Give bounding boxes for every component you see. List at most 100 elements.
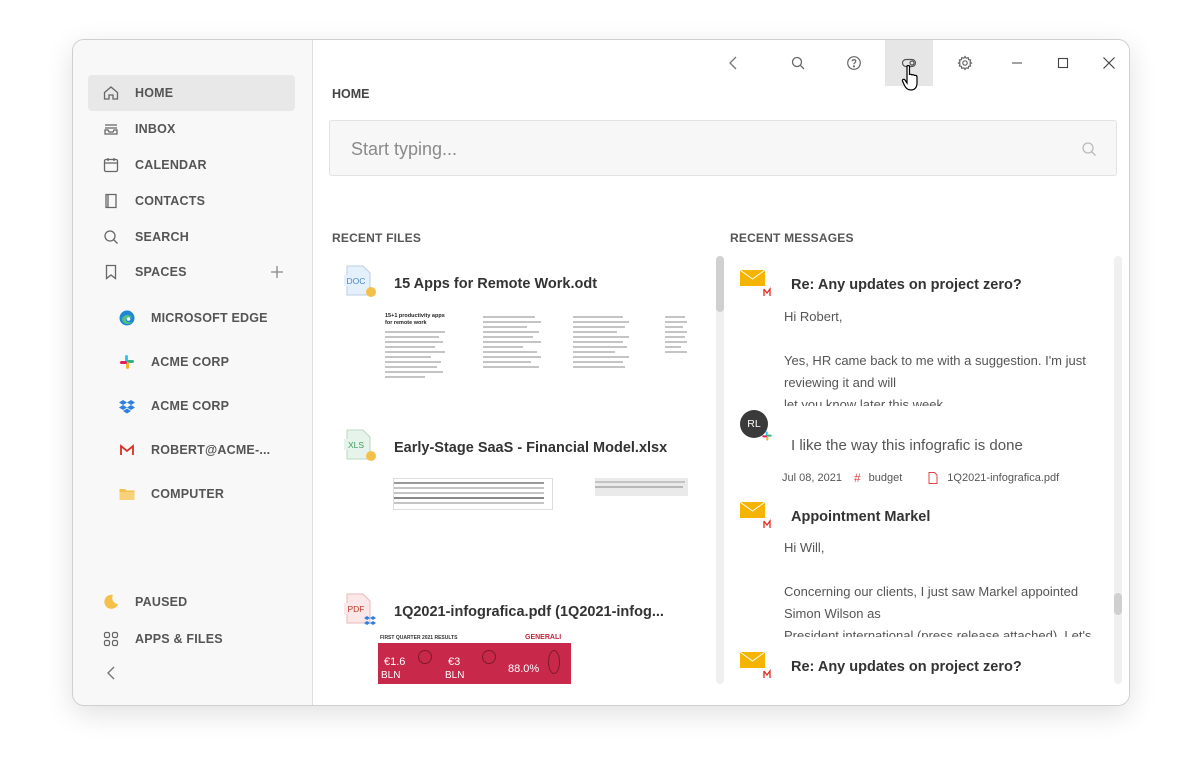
maximize-icon (1057, 57, 1069, 69)
space-item-microsoft-edge[interactable]: MICROSOFT EDGE (88, 300, 295, 336)
files-scrollbar[interactable] (716, 256, 724, 684)
spreadsheet-thumbnail (595, 478, 688, 496)
inbox-icon (104, 124, 118, 135)
infographic-value: €1.6 (384, 656, 406, 668)
folder-icon (119, 489, 135, 500)
contacts-icon (105, 193, 117, 209)
bookmark-icon (105, 264, 117, 280)
add-space-plus-icon[interactable] (268, 263, 286, 281)
pdf-file-icon: PDF (344, 593, 376, 625)
help-button[interactable] (830, 40, 878, 86)
infographic-value: 88.0% (508, 663, 540, 675)
sidebar: HOME INBOX CALENDAR CONTACTS SEARCH SPAC… (73, 40, 313, 705)
space-item-acme-corp-slack[interactable]: ACME CORP (88, 344, 295, 380)
settings-button[interactable] (941, 40, 989, 86)
message-subject: Appointment Markel (791, 509, 931, 525)
collapse-sidebar-chevron-icon[interactable] (104, 665, 120, 681)
search-button[interactable] (774, 40, 822, 86)
space-item-label: ACME CORP (151, 399, 230, 413)
file-thumbnail (573, 313, 631, 405)
calendar-icon (103, 158, 119, 173)
sidebar-item-calendar[interactable]: CALENDAR (88, 147, 295, 183)
space-item-label: ACME CORP (151, 355, 230, 369)
messages-scrollbar-thumb[interactable] (1114, 593, 1122, 615)
search-bar[interactable] (329, 120, 1117, 176)
hand-cursor-icon (901, 64, 918, 91)
sidebar-item-label: CALENDAR (135, 158, 207, 172)
file-badge-label: XLS (348, 440, 364, 450)
maximize-button[interactable] (1039, 40, 1087, 86)
xls-file-icon: XLS (344, 429, 376, 461)
message-line: Hi Will, (784, 540, 825, 555)
infographic-brand: GENERALI (525, 634, 562, 641)
sidebar-item-label: SEARCH (135, 230, 189, 244)
app-window: HOME INBOX CALENDAR CONTACTS SEARCH SPAC… (72, 39, 1130, 706)
message-date: Jul 08, 2021 (782, 472, 842, 484)
close-icon (1103, 57, 1115, 69)
search-input[interactable] (351, 137, 1051, 161)
message-tag[interactable]: budget (869, 472, 903, 484)
message-item[interactable]: Re: Any updates on project zero? Hi Robe… (739, 269, 1104, 406)
space-item-label: ROBERT@ACME-... (151, 443, 271, 457)
sidebar-item-inbox[interactable]: INBOX (88, 111, 295, 147)
sidebar-item-spaces[interactable]: SPACES (88, 254, 295, 290)
file-badge-label: PDF (348, 604, 365, 614)
spreadsheet-thumbnail (393, 478, 553, 510)
file-item[interactable]: PDF 1Q2021-infografica.pdf (1Q2021-infog… (343, 593, 688, 688)
sidebar-item-label: APPS & FILES (135, 632, 223, 646)
sidebar-item-apps-files[interactable]: APPS & FILES (88, 621, 295, 657)
apps-grid-icon (103, 631, 119, 647)
file-item[interactable]: XLS Early-Stage SaaS - Financial Model.x… (343, 429, 688, 519)
gear-icon (957, 55, 973, 71)
file-item[interactable]: DOC 15 Apps for Remote Work.odt 15+1 pro… (343, 265, 688, 410)
recent-messages-title: RECENT MESSAGES (730, 231, 854, 245)
home-icon (103, 86, 119, 100)
dropbox-icon (119, 400, 135, 414)
message-meta: Jul 08, 2021 # budget 1Q2021-infografica… (782, 471, 1059, 485)
message-preview: Hi Will, Concerning our clients, I just … (784, 537, 1102, 637)
sidebar-item-paused[interactable]: PAUSED (88, 584, 295, 620)
sidebar-item-contacts[interactable]: CONTACTS (88, 183, 295, 219)
message-item[interactable]: Re: Any updates on project zero? (739, 651, 1104, 691)
message-line: Yes, HR came back to me with a suggestio… (784, 353, 1086, 390)
sidebar-item-home[interactable]: HOME (88, 75, 295, 111)
space-item-computer[interactable]: COMPUTER (88, 476, 295, 512)
mail-gmail-icon (739, 651, 771, 678)
file-badge-label: DOC (347, 276, 366, 286)
close-button[interactable] (1085, 40, 1129, 86)
chevron-left-icon (729, 56, 737, 70)
files-scrollbar-thumb[interactable] (716, 256, 724, 312)
infographic-thumbnail: FIRST QUARTER 2021 RESULTS GENERALI €1.6… (378, 634, 571, 684)
back-button[interactable] (710, 40, 758, 86)
gmail-icon (120, 444, 134, 455)
sidebar-item-label: CONTACTS (135, 194, 206, 208)
infographic-header: FIRST QUARTER 2021 RESULTS (380, 635, 458, 641)
sidebar-item-search[interactable]: SEARCH (88, 219, 295, 255)
message-line: let you know later this week. (784, 397, 947, 406)
message-item[interactable]: Appointment Markel Hi Will, Concerning o… (739, 501, 1104, 641)
sidebar-item-label: HOME (135, 86, 174, 100)
space-item-gmail-account[interactable]: ROBERT@ACME-... (88, 432, 295, 468)
recent-files-title: RECENT FILES (332, 231, 422, 245)
message-item[interactable]: RL I like the way this infografic is don… (739, 410, 1104, 490)
file-name: Early-Stage SaaS - Financial Model.xlsx (394, 440, 668, 456)
file-thumbnail (665, 313, 688, 405)
message-subject: Re: Any updates on project zero? (791, 277, 1022, 293)
search-icon (791, 56, 805, 70)
slack-icon (120, 355, 134, 369)
slack-icon (762, 431, 772, 441)
chat-message-text: I like the way this infografic is done (791, 437, 1023, 454)
hashtag-icon: # (853, 471, 861, 485)
messages-scrollbar[interactable] (1114, 256, 1122, 684)
page-title: HOME (332, 87, 370, 101)
search-icon (104, 230, 118, 244)
file-name: 15 Apps for Remote Work.odt (394, 276, 598, 292)
infographic-unit: BLN (445, 670, 465, 681)
message-preview: Hi Robert, Yes, HR came back to me with … (784, 306, 1102, 406)
thumbnail-title: 15+1 productivity apps for remote work (385, 313, 445, 326)
minimize-button[interactable] (993, 40, 1041, 86)
attachment-name[interactable]: 1Q2021-infografica.pdf (947, 472, 1059, 484)
main-panel: HOME RECENT FILES RECENT MESSAGES DOC 15… (313, 40, 1129, 705)
edge-icon (119, 310, 135, 326)
space-item-acme-corp-dropbox[interactable]: ACME CORP (88, 388, 295, 424)
